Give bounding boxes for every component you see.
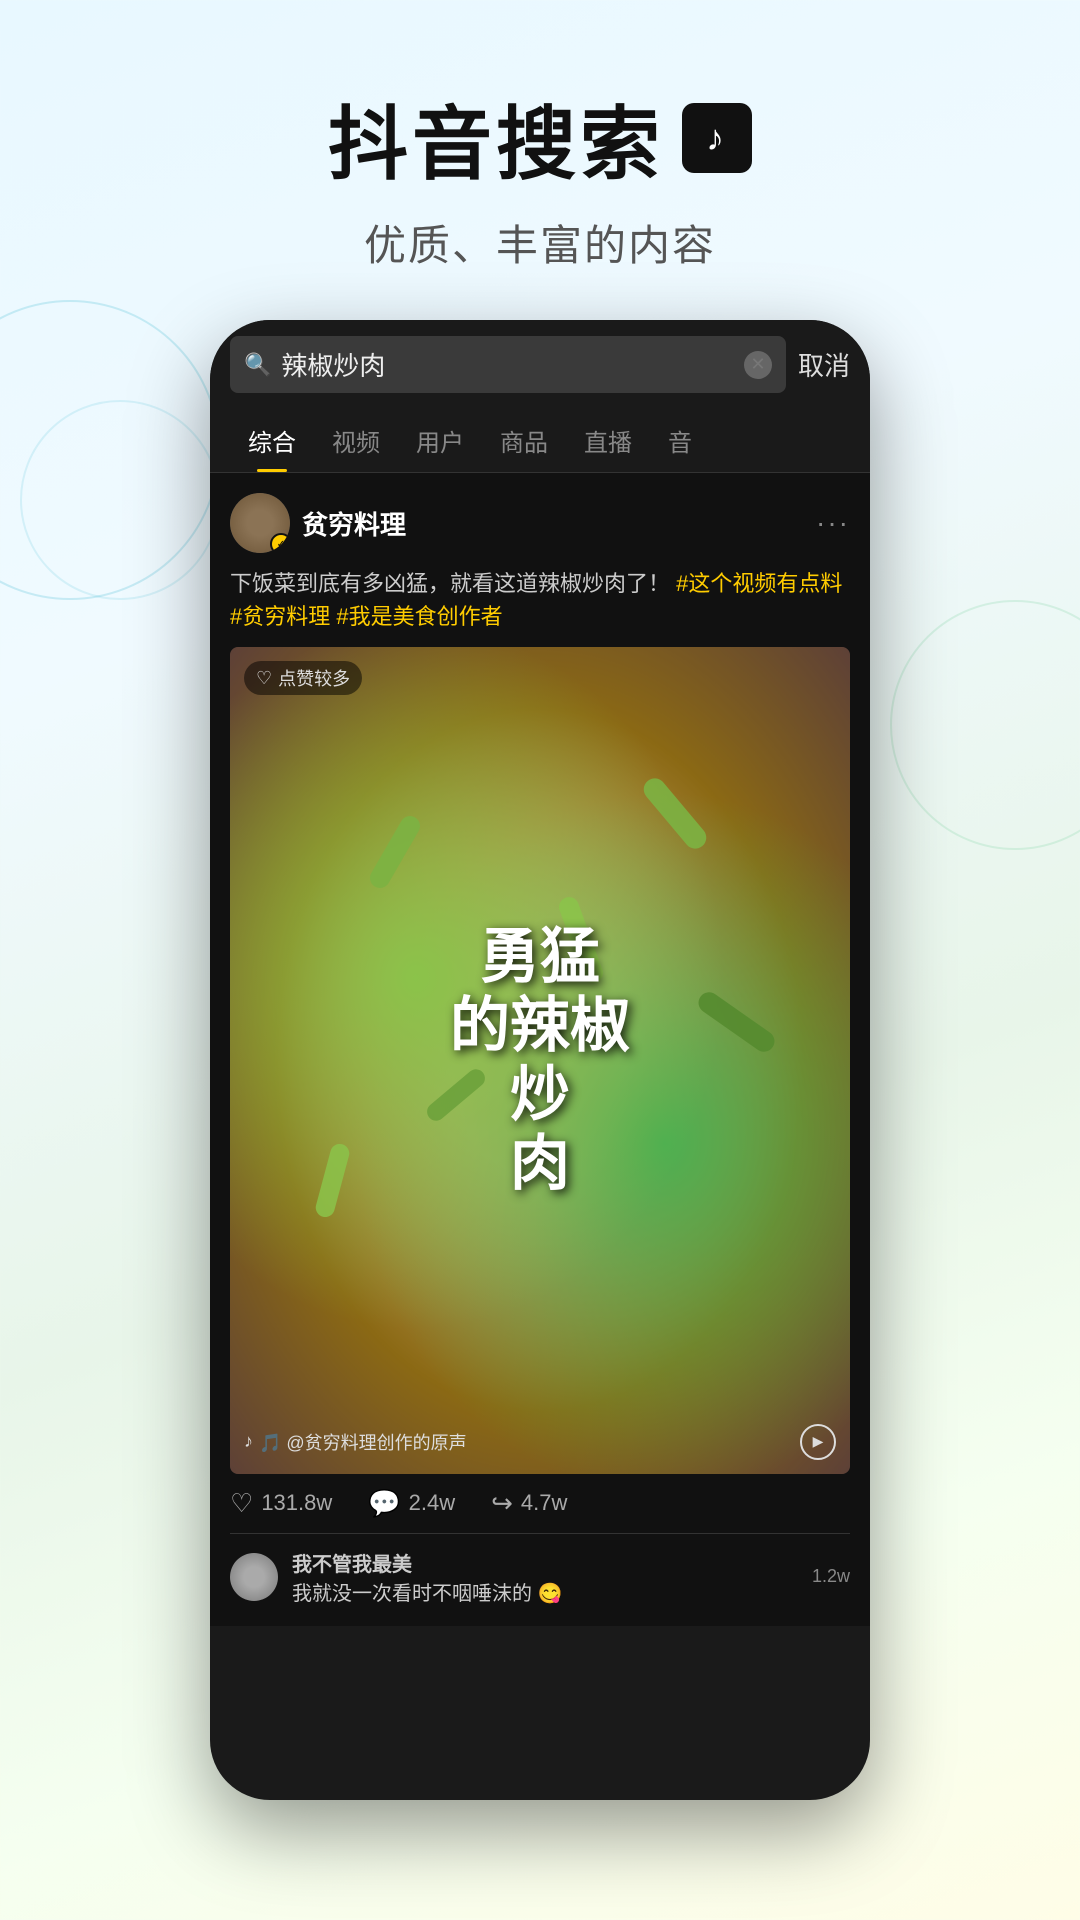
search-clear-button[interactable]: ✕ — [744, 351, 772, 379]
title-text: 抖音搜索 — [328, 80, 664, 196]
likes-badge: ♡ 点赞较多 — [244, 661, 362, 695]
tab-直播[interactable]: 直播 — [566, 409, 650, 472]
play-button[interactable]: ▶ — [800, 1424, 836, 1460]
verified-badge-icon: ✓ — [270, 533, 290, 553]
like-icon: ♡ — [230, 1488, 253, 1519]
likes-count: 131.8w — [261, 1490, 332, 1516]
music-icon: ♪ — [244, 1431, 253, 1452]
search-icon: 🔍 — [244, 352, 271, 378]
tabs-bar: 综合 视频 用户 商品 直播 音 — [210, 409, 870, 473]
comment-icon: 💬 — [368, 1488, 400, 1519]
hashtag-1[interactable]: #这个视频有点料 — [676, 571, 842, 596]
tab-综合[interactable]: 综合 — [230, 409, 314, 472]
comment-text: 我就没一次看时不咽唾沫的 😋 — [292, 1577, 798, 1606]
comments-count: 2.4w — [409, 1490, 455, 1516]
shares-interaction[interactable]: ↪ 4.7w — [491, 1488, 567, 1519]
video-overlay-text: 勇猛的辣椒炒肉 — [440, 912, 640, 1208]
search-input-wrapper[interactable]: 🔍 辣椒炒肉 ✕ — [230, 336, 786, 393]
share-icon: ↪ — [491, 1488, 513, 1519]
commenter-name: 我不管我最美 — [292, 1548, 798, 1577]
phone-container: 🔍 辣椒炒肉 ✕ 取消 综合 视频 用户 商品 直播 音 ✓ — [210, 320, 870, 1800]
search-results-content: ✓ 贫穷料理 ··· 下饭菜到底有多凶猛，就看这道辣椒炒肉了！ #这个视频有点料… — [210, 473, 870, 1626]
tab-视频[interactable]: 视频 — [314, 409, 398, 472]
search-query-text: 辣椒炒肉 — [281, 346, 734, 383]
search-cancel-button[interactable]: 取消 — [798, 346, 850, 383]
sound-bar: ♪ 🎵 @贫穷料理创作的原声 ▶ — [244, 1424, 836, 1460]
post-user: ✓ 贫穷料理 — [230, 493, 406, 553]
comment-content: 我不管我最美 我就没一次看时不咽唾沫的 😋 — [292, 1548, 798, 1606]
sound-text[interactable]: ♪ 🎵 @贫穷料理创作的原声 — [244, 1429, 467, 1455]
hashtag-3[interactable]: #我是美食创作者 — [336, 604, 502, 629]
tab-音乐[interactable]: 音 — [650, 409, 710, 472]
heart-icon: ♡ — [256, 668, 272, 689]
bg-circle-3 — [890, 600, 1080, 850]
search-bar: 🔍 辣椒炒肉 ✕ 取消 — [210, 320, 870, 409]
bg-circle-2 — [20, 400, 220, 600]
tiktok-logo-icon: ♪ — [682, 103, 752, 173]
sound-label: 🎵 @贫穷料理创作的原声 — [259, 1429, 467, 1455]
post-desc-text: 下饭菜到底有多凶猛，就看这道辣椒炒肉了！ — [230, 571, 670, 596]
phone-mockup: 🔍 辣椒炒肉 ✕ 取消 综合 视频 用户 商品 直播 音 ✓ — [210, 320, 870, 1800]
video-thumbnail[interactable]: 勇猛的辣椒炒肉 ♡ 点赞较多 ♪ 🎵 @贫穷料理创作的原声 ▶ — [230, 647, 850, 1474]
post-description: 下饭菜到底有多凶猛，就看这道辣椒炒肉了！ #这个视频有点料 #贫穷料理 #我是美… — [230, 567, 850, 633]
more-options-icon[interactable]: ··· — [816, 507, 850, 539]
likes-badge-text: 点赞较多 — [278, 665, 350, 691]
tab-用户[interactable]: 用户 — [398, 409, 482, 472]
interaction-bar: ♡ 131.8w 💬 2.4w ↪ 4.7w — [230, 1474, 850, 1534]
comment-preview: 我不管我最美 我就没一次看时不咽唾沫的 😋 1.2w — [230, 1548, 850, 1606]
likes-interaction[interactable]: ♡ 131.8w — [230, 1488, 332, 1519]
avatar[interactable]: ✓ — [230, 493, 290, 553]
video-text-overlay: 勇猛的辣椒炒肉 — [230, 647, 850, 1474]
commenter-avatar — [230, 1553, 278, 1601]
hashtag-2[interactable]: #贫穷料理 — [230, 604, 336, 629]
shares-count: 4.7w — [521, 1490, 567, 1516]
header-subtitle: 优质、丰富的内容 — [0, 212, 1080, 273]
header: 抖音搜索 ♪ 优质、丰富的内容 — [0, 0, 1080, 313]
post-header: ✓ 贫穷料理 ··· — [230, 493, 850, 553]
username-label[interactable]: 贫穷料理 — [302, 505, 406, 542]
comments-interaction[interactable]: 💬 2.4w — [368, 1488, 455, 1519]
tab-商品[interactable]: 商品 — [482, 409, 566, 472]
comment-likes-count: 1.2w — [812, 1566, 850, 1587]
app-title: 抖音搜索 ♪ — [0, 80, 1080, 196]
